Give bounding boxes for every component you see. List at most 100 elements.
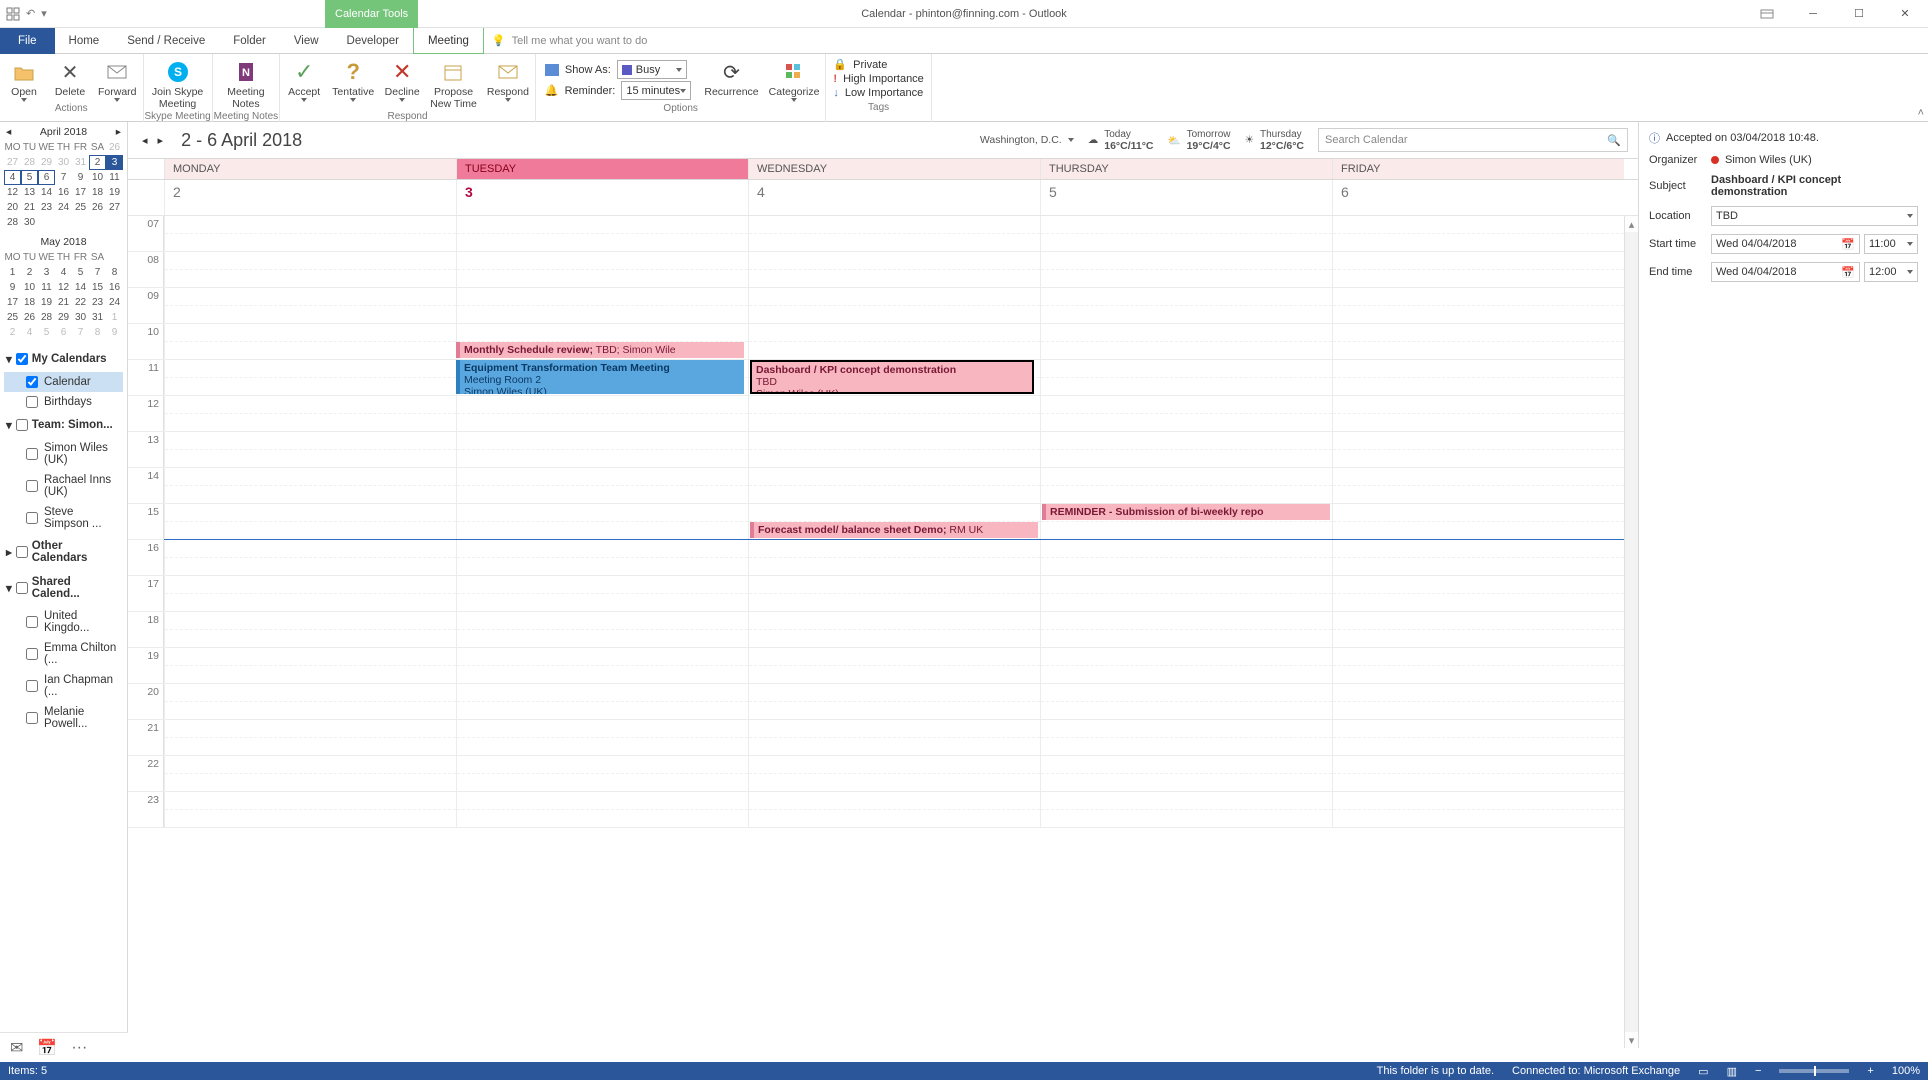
time-slot[interactable]: [1332, 792, 1624, 827]
calendar-item[interactable]: United Kingdo...: [4, 606, 123, 638]
time-slot[interactable]: [748, 612, 1040, 647]
undo-icon[interactable]: ↶: [26, 7, 35, 20]
time-slot[interactable]: [748, 648, 1040, 683]
low-importance-button[interactable]: ↓Low Importance: [833, 87, 923, 99]
quick-access-icon[interactable]: [6, 7, 20, 21]
time-slot[interactable]: [1332, 396, 1624, 431]
maximize-icon[interactable]: ☐: [1836, 0, 1882, 28]
time-slot[interactable]: [1040, 216, 1332, 251]
time-slot[interactable]: [456, 432, 748, 467]
time-slot[interactable]: [1040, 432, 1332, 467]
start-date-field[interactable]: Wed 04/04/2018📅: [1711, 234, 1860, 254]
time-slot[interactable]: [164, 540, 456, 575]
forward-button[interactable]: Forward: [93, 56, 142, 102]
meeting-notes-button[interactable]: NMeeting Notes: [222, 56, 269, 110]
time-slot[interactable]: [164, 288, 456, 323]
location-field[interactable]: TBD: [1711, 206, 1918, 226]
time-slot[interactable]: [748, 576, 1040, 611]
time-slot[interactable]: [164, 576, 456, 611]
tab-folder[interactable]: Folder: [219, 28, 280, 54]
respond-button[interactable]: Respond: [482, 56, 534, 110]
time-slot[interactable]: [164, 216, 456, 251]
scroll-up-icon[interactable]: ▴: [1625, 216, 1638, 232]
location-picker[interactable]: Washington, D.C.: [980, 134, 1074, 146]
date-cell-2[interactable]: 2: [164, 180, 456, 215]
time-slot[interactable]: [164, 360, 456, 395]
tab-meeting[interactable]: Meeting: [413, 28, 484, 54]
calendar-item[interactable]: Birthdays: [4, 392, 123, 412]
tab-file[interactable]: File: [0, 28, 55, 54]
time-slot[interactable]: [164, 504, 456, 539]
accept-button[interactable]: ✓Accept: [281, 56, 327, 110]
time-slot[interactable]: [1040, 396, 1332, 431]
time-slot[interactable]: [748, 396, 1040, 431]
time-slot[interactable]: [456, 792, 748, 827]
time-slot[interactable]: [1040, 576, 1332, 611]
time-slot[interactable]: [456, 684, 748, 719]
tab-developer[interactable]: Developer: [333, 28, 413, 54]
time-slot[interactable]: [1332, 756, 1624, 791]
appt-forecast-demo[interactable]: Forecast model/ balance sheet Demo; RM U…: [750, 522, 1038, 538]
time-slot[interactable]: [1332, 612, 1624, 647]
time-slot[interactable]: [1332, 360, 1624, 395]
time-slot[interactable]: [164, 720, 456, 755]
ribbon-display-options-icon[interactable]: [1744, 0, 1790, 28]
end-date-field[interactable]: Wed 04/04/2018📅: [1711, 262, 1860, 282]
time-slot[interactable]: [456, 468, 748, 503]
zoom-out-icon[interactable]: −: [1755, 1065, 1761, 1077]
collapse-ribbon-icon[interactable]: ˄: [1918, 107, 1924, 119]
time-slot[interactable]: [1332, 684, 1624, 719]
time-slot[interactable]: [1040, 540, 1332, 575]
appt-dashboard-demo[interactable]: Dashboard / KPI concept demonstration TB…: [750, 360, 1034, 394]
time-slot[interactable]: [164, 396, 456, 431]
recurrence-button[interactable]: ⟳Recurrence: [699, 56, 763, 102]
time-slot[interactable]: [748, 792, 1040, 827]
time-slot[interactable]: [748, 324, 1040, 359]
calendar-checkbox[interactable]: [26, 376, 38, 388]
time-slot[interactable]: [748, 756, 1040, 791]
minimize-icon[interactable]: ─: [1790, 0, 1836, 28]
more-icon[interactable]: ···: [71, 1039, 87, 1057]
tab-view[interactable]: View: [280, 28, 333, 54]
time-slot[interactable]: [1332, 324, 1624, 359]
tentative-button[interactable]: ?Tentative: [327, 56, 379, 110]
propose-new-time-button[interactable]: Propose New Time: [425, 56, 482, 110]
time-slot[interactable]: [1332, 540, 1624, 575]
time-slot[interactable]: [456, 396, 748, 431]
team-checkbox[interactable]: [16, 419, 28, 431]
date-cell-6[interactable]: 6: [1332, 180, 1624, 215]
time-slot[interactable]: [164, 792, 456, 827]
time-slot[interactable]: [456, 756, 748, 791]
time-slot[interactable]: [1040, 468, 1332, 503]
other-calendars-group[interactable]: ▸Other Calendars: [4, 534, 123, 570]
mini-cal-day[interactable]: 4: [4, 170, 21, 185]
next-month-icon[interactable]: ▸: [116, 126, 121, 138]
time-slot[interactable]: [456, 216, 748, 251]
time-slot[interactable]: [164, 252, 456, 287]
time-slot[interactable]: [164, 684, 456, 719]
time-slot[interactable]: [164, 432, 456, 467]
vertical-scrollbar[interactable]: ▴ ▾: [1624, 216, 1638, 1048]
time-slot[interactable]: [164, 756, 456, 791]
time-slot[interactable]: [1332, 252, 1624, 287]
calendar-icon[interactable]: 📅: [37, 1038, 57, 1058]
time-slot[interactable]: [1332, 648, 1624, 683]
time-slot[interactable]: [456, 540, 748, 575]
mini-cal-day[interactable]: 6: [38, 170, 55, 185]
calendar-item[interactable]: Steve Simpson ...: [4, 502, 123, 534]
date-cell-4[interactable]: 4: [748, 180, 1040, 215]
time-slot[interactable]: [1332, 432, 1624, 467]
skype-meeting-button[interactable]: SJoin Skype Meeting: [147, 56, 208, 110]
time-slot[interactable]: [748, 432, 1040, 467]
mail-icon[interactable]: ✉: [10, 1038, 23, 1058]
date-cell-3[interactable]: 3: [456, 180, 748, 215]
time-slot[interactable]: [456, 648, 748, 683]
tab-send-receive[interactable]: Send / Receive: [113, 28, 219, 54]
calendar-search-input[interactable]: Search Calendar🔍: [1318, 128, 1628, 152]
calendar-item[interactable]: Emma Chilton (...: [4, 638, 123, 670]
calendar-picker-icon[interactable]: 📅: [1841, 266, 1855, 279]
delete-button[interactable]: ✕Delete: [47, 56, 93, 102]
start-time-field[interactable]: 11:00: [1864, 234, 1918, 254]
scroll-down-icon[interactable]: ▾: [1625, 1032, 1638, 1048]
time-slot[interactable]: [1040, 288, 1332, 323]
